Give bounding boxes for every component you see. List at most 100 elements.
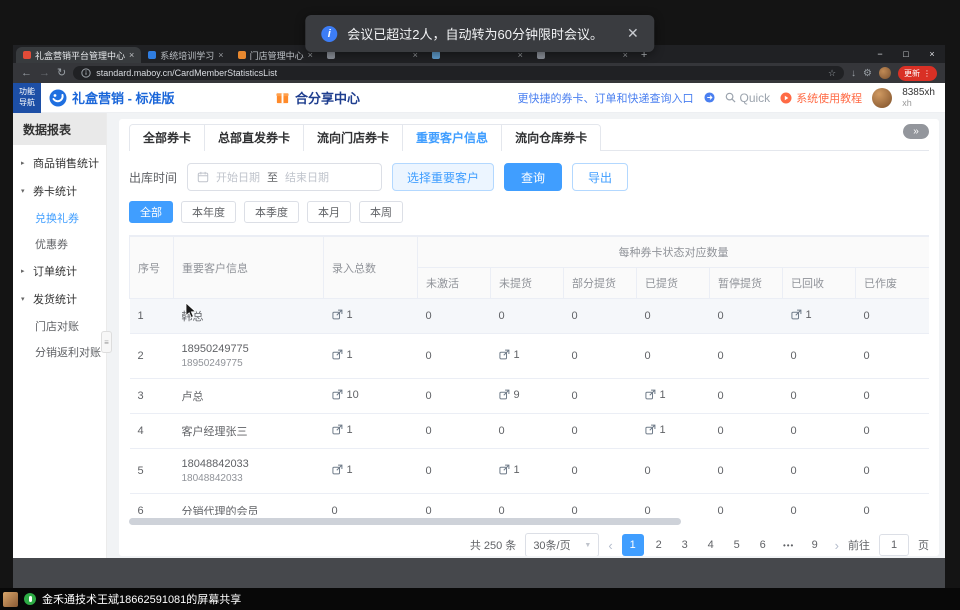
count-link[interactable]: 1: [332, 349, 353, 361]
user-info[interactable]: 8385xh xh: [902, 87, 935, 109]
pagination-page[interactable]: 4: [700, 534, 722, 556]
content-tab[interactable]: 流向仓库券卡: [502, 125, 600, 151]
browser-tab[interactable]: 系统培训学习×: [141, 47, 230, 63]
back-button[interactable]: ←: [21, 68, 32, 79]
table-row[interactable]: 2189502497751895024977510100000: [130, 334, 930, 379]
tutorial-link[interactable]: 系统使用教程: [780, 90, 862, 106]
scrollbar-thumb[interactable]: [129, 518, 681, 525]
toast-close-icon[interactable]: ✕: [627, 25, 639, 42]
cell-status: 0: [418, 334, 491, 379]
pagination-page[interactable]: 2: [648, 534, 670, 556]
table-row[interactable]: 4客户经理张三10001000: [130, 414, 930, 449]
count-detail-icon: [332, 464, 343, 475]
browser-update-badge[interactable]: 更新 ⋮: [898, 66, 937, 81]
count-link[interactable]: 9: [499, 389, 520, 401]
pagination-page[interactable]: 6: [752, 534, 774, 556]
maximize-button[interactable]: □: [893, 45, 919, 63]
tab-close-icon[interactable]: ×: [129, 50, 134, 60]
count-link[interactable]: 1: [645, 389, 666, 401]
data-table: 序号 重要客户信息 录入总数 每种券卡状态对应数量 未激活未提货部分提货已提货暂…: [129, 235, 929, 515]
sidebar-item[interactable]: 优惠券: [13, 231, 106, 257]
quick-filter-chip[interactable]: 全部: [129, 201, 173, 223]
quick-filter-chip[interactable]: 本周: [359, 201, 403, 223]
select-customer-button[interactable]: 选择重要客户: [392, 163, 494, 191]
search-button[interactable]: 查询: [504, 163, 562, 191]
sidebar-group[interactable]: ▸订单统计: [13, 257, 106, 285]
table-row[interactable]: 3卢总100901000: [130, 379, 930, 414]
count-link[interactable]: 1: [499, 464, 520, 476]
pagination-page[interactable]: 1: [622, 534, 644, 556]
prev-page-button[interactable]: ‹: [608, 538, 612, 553]
count-zero: 0: [572, 310, 578, 322]
sidebar-group[interactable]: ▾发货统计: [13, 285, 106, 313]
browser-tab[interactable]: 礼盒营销平台管理中心×: [16, 47, 141, 63]
table-row[interactable]: 1韩总10000010: [130, 299, 930, 334]
minimize-button[interactable]: −: [867, 45, 893, 63]
quick-filter-chip[interactable]: 本年度: [181, 201, 236, 223]
count-link[interactable]: 10: [332, 389, 359, 401]
pagination-page[interactable]: 5: [726, 534, 748, 556]
table-row[interactable]: 5180488420331804884203310100000: [130, 449, 930, 494]
forward-button[interactable]: →: [39, 68, 50, 79]
sidebar-group[interactable]: ▸商品销售统计: [13, 149, 106, 177]
count-link[interactable]: 1: [332, 309, 353, 321]
count-link[interactable]: 1: [332, 464, 353, 476]
count-link[interactable]: 1: [645, 424, 666, 436]
content-tab[interactable]: 流向门店券卡: [304, 125, 403, 151]
cell-customer: 分销代理的会员: [174, 494, 324, 516]
count-link[interactable]: 1: [499, 349, 520, 361]
user-avatar[interactable]: [872, 88, 892, 108]
share-center-link[interactable]: 合分享中心: [275, 88, 360, 107]
download-icon[interactable]: ↓: [851, 68, 856, 79]
pagination-page[interactable]: 3: [674, 534, 696, 556]
next-page-button[interactable]: ›: [835, 538, 839, 553]
count-zero: 0: [499, 310, 505, 322]
address-bar[interactable]: standard.maboy.cn/CardMemberStatisticsLi…: [73, 66, 844, 80]
cell-status: 1: [491, 449, 564, 494]
count-zero: 0: [426, 350, 432, 362]
cell-index: 6: [130, 494, 174, 516]
page-size-select[interactable]: 30条/页 ▼: [525, 533, 599, 556]
pagination-page[interactable]: 9: [804, 534, 826, 556]
quick-filter-chip[interactable]: 本季度: [244, 201, 299, 223]
collapse-panel-button[interactable]: »: [903, 124, 929, 139]
cell-index: 1: [130, 299, 174, 334]
status-column-header: 暂停提货: [710, 268, 783, 299]
count-zero: 0: [645, 465, 651, 477]
tab-close-icon[interactable]: ×: [218, 50, 223, 60]
extensions-icon[interactable]: ⚙: [863, 68, 872, 79]
close-button[interactable]: ×: [919, 45, 945, 63]
date-range-picker[interactable]: 开始日期 至 结束日期: [187, 163, 382, 191]
content-tab[interactable]: 总部直发券卡: [205, 125, 304, 151]
goto-page-input[interactable]: [879, 534, 909, 556]
nav-toggle-button[interactable]: 功能 导航: [13, 83, 41, 113]
content-tab[interactable]: 全部券卡: [130, 125, 205, 151]
reload-button[interactable]: ↻: [57, 68, 66, 79]
count-zero: 0: [426, 425, 432, 437]
count-link[interactable]: 1: [791, 309, 812, 321]
export-button[interactable]: 导出: [572, 163, 628, 191]
bookmark-star-icon[interactable]: ☆: [828, 68, 836, 79]
table-row[interactable]: 6分销代理的会员00000000: [130, 494, 930, 516]
cell-status: 0: [783, 379, 856, 414]
tab-favicon-icon: [537, 51, 545, 59]
cell-status: 0: [637, 449, 710, 494]
sidebar-item[interactable]: 兑换礼券: [13, 205, 106, 231]
cell-status: 0: [637, 299, 710, 334]
cell-status: 0: [856, 299, 930, 334]
count-detail-icon: [645, 389, 656, 400]
caret-icon: ▸: [21, 159, 29, 167]
range-separator: 至: [267, 169, 278, 185]
cell-status: 0: [491, 494, 564, 516]
sidebar-item[interactable]: 分销返利对账: [13, 339, 106, 365]
pagination: 共 250 条 30条/页 ▼ ‹ 123456•••9 › 前往 页: [129, 533, 929, 556]
browser-profile-avatar[interactable]: [879, 67, 891, 79]
content-tab[interactable]: 重要客户信息: [403, 125, 502, 151]
quick-search[interactable]: Quick: [725, 91, 771, 105]
sidebar-resize-handle[interactable]: ≡: [101, 331, 112, 353]
quick-entry-link[interactable]: 更快捷的券卡、订单和快递查询入口: [518, 90, 694, 106]
count-link[interactable]: 1: [332, 424, 353, 436]
sidebar-group[interactable]: ▾券卡统计: [13, 177, 106, 205]
sidebar-item[interactable]: 门店对账: [13, 313, 106, 339]
quick-filter-chip[interactable]: 本月: [307, 201, 351, 223]
